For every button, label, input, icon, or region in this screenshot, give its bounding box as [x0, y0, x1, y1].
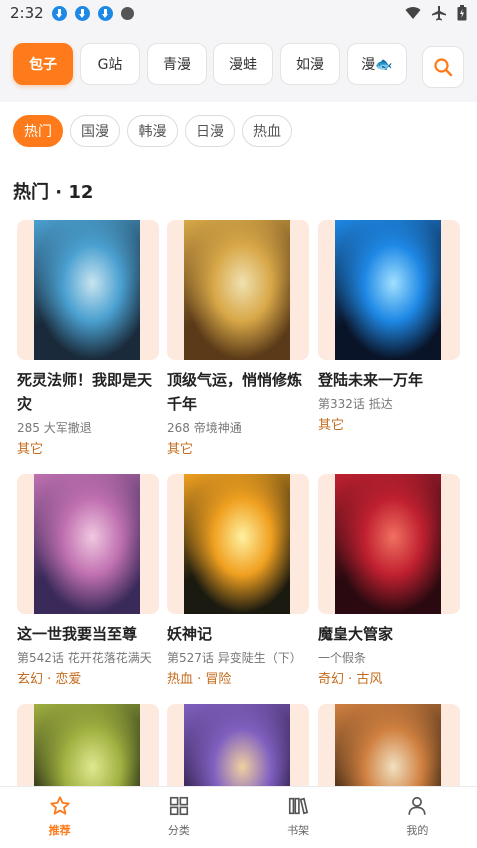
- nav-profile[interactable]: 我的: [358, 787, 477, 848]
- source-tab-baozi[interactable]: 包子: [13, 43, 73, 85]
- cover-image: [335, 220, 441, 360]
- status-time: 2:32: [10, 4, 44, 22]
- nav-bookshelf[interactable]: 书架: [239, 787, 358, 848]
- person-icon: [408, 796, 426, 815]
- comic-title: 魔皇大管家: [318, 625, 394, 643]
- wifi-icon: [405, 7, 421, 20]
- comic-latest-chapter: 第542话 花开花落花满天: [17, 651, 152, 665]
- cover-image: [335, 474, 441, 614]
- notification-dot-icon: [120, 6, 134, 20]
- nav-recommend[interactable]: 推荐: [0, 787, 119, 848]
- genre-chip-hot[interactable]: 热门: [13, 115, 63, 147]
- comic-card[interactable]: 妖神记 第527话 异变陡生（下） 热血 · 冒险: [167, 474, 309, 690]
- genre-chip-riman[interactable]: 日漫: [185, 115, 235, 147]
- comic-card[interactable]: 顶级气运，悄悄修炼千年 268 帝境神通 其它: [167, 220, 309, 460]
- grid-icon: [169, 796, 188, 816]
- comic-cover: [17, 220, 159, 360]
- download-icon: [51, 5, 67, 21]
- comic-card[interactable]: 这一世我要当至尊 第542话 花开花落花满天 玄幻 · 恋爱: [17, 474, 159, 690]
- genre-chip-rexue[interactable]: 热血: [242, 115, 292, 147]
- comic-tags: 热血 · 冒险: [167, 672, 232, 687]
- genre-chip-hanman[interactable]: 韩漫: [127, 115, 178, 147]
- nav-label: 书架: [287, 824, 310, 837]
- cover-image: [184, 474, 290, 614]
- comic-title: 妖神记: [167, 625, 213, 643]
- star-icon: [50, 796, 70, 815]
- source-tab-manyu[interactable]: 漫🐟: [347, 43, 407, 85]
- cover-image: [34, 474, 140, 614]
- airplane-icon: [432, 6, 446, 21]
- comic-cover: [318, 220, 460, 360]
- comic-latest-chapter: 第527话 异变陡生（下）: [167, 651, 302, 665]
- source-bar: 包子 G站 青漫 漫蛙 如漫 漫🐟: [0, 26, 477, 102]
- status-bar: 2:32: [0, 0, 477, 26]
- comic-latest-chapter: 第332话 抵达: [318, 397, 393, 411]
- bottom-nav: 推荐 分类 书架 我的: [0, 786, 477, 848]
- comic-title: 登陆未来一万年: [318, 371, 424, 389]
- comic-cover: [167, 220, 309, 360]
- bookshelf-icon: [289, 797, 309, 815]
- search-button[interactable]: [422, 46, 464, 88]
- comic-tags: 玄幻 · 恋爱: [17, 672, 82, 687]
- source-tab-gzhan[interactable]: G站: [80, 43, 140, 85]
- nav-label: 我的: [406, 824, 429, 837]
- battery-icon: [457, 5, 467, 21]
- search-icon: [434, 58, 453, 77]
- cover-image: [184, 220, 290, 360]
- comic-latest-chapter: 285 大军撤退: [17, 421, 92, 435]
- comic-tags: 奇幻 · 古风: [318, 672, 383, 687]
- comic-card[interactable]: 魔皇大管家 一个假条 奇幻 · 古风: [318, 474, 460, 690]
- comic-cover: [167, 474, 309, 614]
- cover-image: [34, 220, 140, 360]
- nav-label: 推荐: [48, 824, 71, 837]
- source-tab-qingman[interactable]: 青漫: [147, 43, 207, 85]
- status-icons: [405, 5, 467, 21]
- section-title: 热门 · 12: [13, 182, 94, 203]
- comic-cover: [17, 474, 159, 614]
- comic-tags: 其它: [318, 418, 345, 433]
- comic-tags: 其它: [167, 442, 194, 457]
- comic-cover: [318, 474, 460, 614]
- download-icon: [97, 5, 113, 21]
- comic-title: 这一世我要当至尊: [17, 625, 138, 643]
- comic-title: 顶级气运，悄悄修炼千年: [167, 371, 303, 413]
- comic-latest-chapter: 一个假条: [318, 651, 367, 665]
- source-tab-manwa[interactable]: 漫蛙: [213, 43, 273, 85]
- nav-category[interactable]: 分类: [119, 787, 238, 848]
- comic-card[interactable]: 死灵法师！我即是天灾 285 大军撤退 其它: [17, 220, 159, 460]
- comic-latest-chapter: 268 帝境神通: [167, 421, 242, 435]
- genre-chip-guoman[interactable]: 国漫: [70, 115, 120, 147]
- download-icon: [74, 5, 90, 21]
- comic-tags: 其它: [17, 442, 44, 457]
- comic-title: 死灵法师！我即是天灾: [17, 371, 153, 413]
- nav-label: 分类: [167, 824, 190, 837]
- comic-card[interactable]: 登陆未来一万年 第332话 抵达 其它: [318, 220, 460, 436]
- source-tab-ruman[interactable]: 如漫: [280, 43, 340, 85]
